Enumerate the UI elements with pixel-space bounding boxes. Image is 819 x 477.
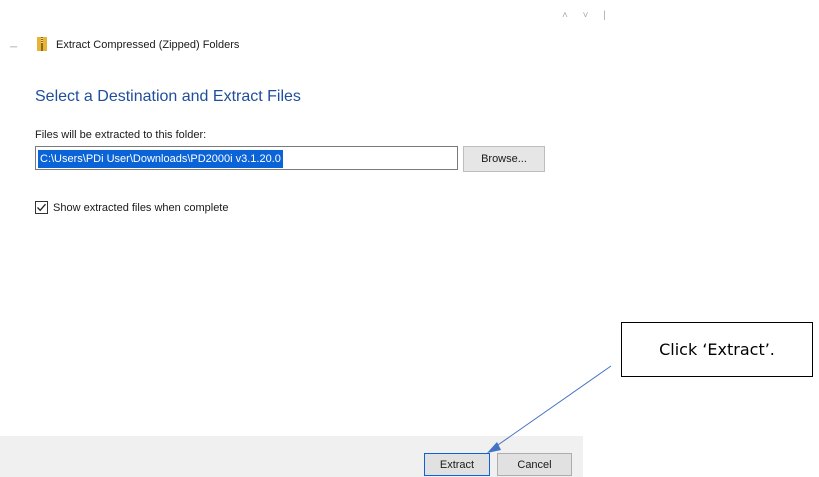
window-controls[interactable]: ˄ ˅ | xyxy=(562,10,612,21)
dialog-footer xyxy=(0,436,583,477)
show-files-checkbox-row[interactable]: Show extracted files when complete xyxy=(35,201,228,214)
destination-path-input[interactable]: C:\Users\PDi User\Downloads\PD2000i v3.1… xyxy=(35,146,458,170)
back-arrow-icon[interactable]: ─ xyxy=(10,42,17,53)
dialog-heading: Select a Destination and Extract Files xyxy=(35,88,301,105)
extract-dialog-page: ─ Extract Compressed (Zipped) Folders ˄ … xyxy=(0,0,819,477)
show-files-checkbox[interactable] xyxy=(35,201,48,214)
extract-button[interactable]: Extract xyxy=(424,453,490,476)
show-files-checkbox-label: Show extracted files when complete xyxy=(53,201,229,214)
browse-button[interactable]: Browse... xyxy=(463,146,545,172)
checkmark-icon xyxy=(37,203,46,212)
annotation-callout: Click ‘Extract’. xyxy=(621,322,813,377)
zip-folder-icon xyxy=(37,37,47,51)
destination-label: Files will be extracted to this folder: xyxy=(35,129,207,141)
cancel-button[interactable]: Cancel xyxy=(497,453,572,476)
window-title: Extract Compressed (Zipped) Folders xyxy=(56,39,240,51)
annotation-arrow-icon xyxy=(487,365,612,453)
destination-path-value: C:\Users\PDi User\Downloads\PD2000i v3.1… xyxy=(38,150,283,168)
